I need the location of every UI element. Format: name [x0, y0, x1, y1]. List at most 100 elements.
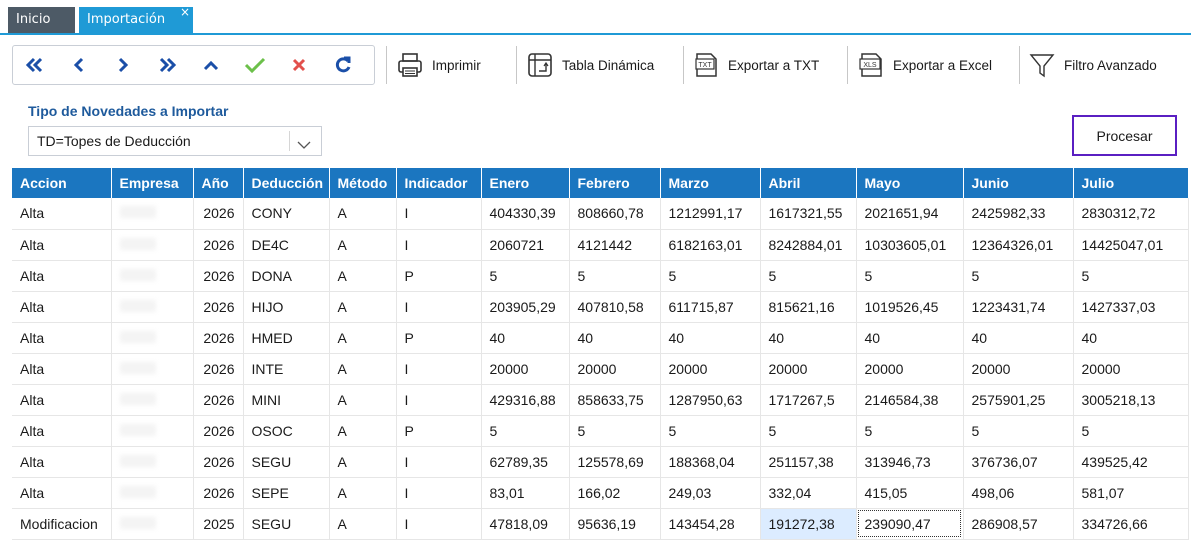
- table-cell[interactable]: I: [396, 353, 482, 385]
- table-cell[interactable]: 2830312,72: [1073, 198, 1189, 230]
- refresh-button[interactable]: [321, 46, 365, 84]
- table-cell[interactable]: A: [329, 477, 397, 509]
- table-cell[interactable]: 415,05: [856, 477, 964, 509]
- table-cell[interactable]: 20000: [760, 353, 857, 385]
- table-cell[interactable]: Alta: [12, 477, 112, 509]
- table-cell[interactable]: 2021651,94: [856, 198, 964, 230]
- table-cell[interactable]: I: [396, 508, 482, 540]
- column-header[interactable]: Indicador: [396, 168, 482, 198]
- column-header[interactable]: Mayo: [856, 168, 964, 198]
- table-cell[interactable]: 83,01: [481, 477, 570, 509]
- next-button[interactable]: [101, 46, 145, 84]
- chevron-down-icon[interactable]: [297, 135, 311, 154]
- table-cell[interactable]: 125578,69: [569, 446, 661, 478]
- column-header[interactable]: Marzo: [660, 168, 761, 198]
- table-cell[interactable]: [111, 353, 194, 385]
- table-cell[interactable]: 2026: [193, 291, 244, 323]
- table-cell[interactable]: 2026: [193, 229, 244, 261]
- table-cell[interactable]: 20000: [963, 353, 1074, 385]
- table-cell[interactable]: [111, 198, 194, 230]
- advanced-filter-button[interactable]: Filtro Avanzado: [1028, 45, 1157, 85]
- pivot-table-button[interactable]: Tabla Dinámica: [526, 45, 654, 85]
- table-cell[interactable]: 3005218,13: [1073, 384, 1189, 416]
- table-cell[interactable]: 429316,88: [481, 384, 570, 416]
- table-cell[interactable]: [111, 291, 194, 323]
- table-cell[interactable]: HIJO: [243, 291, 330, 323]
- table-cell[interactable]: 203905,29: [481, 291, 570, 323]
- table-cell[interactable]: 1019526,45: [856, 291, 964, 323]
- table-cell[interactable]: 5: [660, 260, 761, 292]
- column-header[interactable]: Deducción: [243, 168, 330, 198]
- table-cell[interactable]: 6182163,01: [660, 229, 761, 261]
- table-cell[interactable]: A: [329, 446, 397, 478]
- table-cell[interactable]: 20000: [481, 353, 570, 385]
- table-cell[interactable]: I: [396, 446, 482, 478]
- table-cell[interactable]: 5: [963, 415, 1074, 447]
- table-cell[interactable]: OSOC: [243, 415, 330, 447]
- table-cell[interactable]: 439525,42: [1073, 446, 1189, 478]
- table-cell[interactable]: 251157,38: [760, 446, 857, 478]
- table-cell[interactable]: 2060721: [481, 229, 570, 261]
- table-cell[interactable]: 5: [1073, 415, 1189, 447]
- table-row[interactable]: Alta 2026 OSOC A P 5 5 5 5 5 5 5: [12, 415, 1189, 447]
- tab-inicio[interactable]: Inicio: [8, 7, 75, 33]
- collapse-button[interactable]: [189, 46, 233, 84]
- table-cell[interactable]: 5: [660, 415, 761, 447]
- table-cell[interactable]: A: [329, 384, 397, 416]
- table-cell[interactable]: 40: [963, 322, 1074, 354]
- table-cell[interactable]: SEGU: [243, 446, 330, 478]
- table-cell[interactable]: A: [329, 353, 397, 385]
- table-cell[interactable]: 407810,58: [569, 291, 661, 323]
- table-cell[interactable]: [111, 384, 194, 416]
- close-icon[interactable]: ×: [180, 0, 190, 25]
- table-row[interactable]: Alta 2026 HIJO A I 203905,29 407810,58 611715,8…: [12, 291, 1189, 323]
- table-cell[interactable]: 2026: [193, 260, 244, 292]
- print-button[interactable]: Imprimir: [396, 45, 481, 85]
- table-cell[interactable]: 20000: [1073, 353, 1189, 385]
- table-cell[interactable]: 1717267,5: [760, 384, 857, 416]
- table-cell[interactable]: 286908,57: [963, 508, 1074, 540]
- table-cell[interactable]: 2026: [193, 384, 244, 416]
- table-cell[interactable]: 14425047,01: [1073, 229, 1189, 261]
- table-cell[interactable]: 5: [760, 415, 857, 447]
- first-page-button[interactable]: [13, 46, 57, 84]
- table-cell[interactable]: 95636,19: [569, 508, 661, 540]
- table-cell[interactable]: [111, 229, 194, 261]
- table-cell[interactable]: 20000: [569, 353, 661, 385]
- table-cell[interactable]: 1223431,74: [963, 291, 1074, 323]
- export-txt-button[interactable]: TXT Exportar a TXT: [692, 45, 819, 85]
- table-cell[interactable]: 2425982,33: [963, 198, 1074, 230]
- table-cell[interactable]: HMED: [243, 322, 330, 354]
- table-cell[interactable]: 166,02: [569, 477, 661, 509]
- table-cell[interactable]: 2025: [193, 508, 244, 540]
- table-cell[interactable]: 62789,35: [481, 446, 570, 478]
- table-cell[interactable]: A: [329, 291, 397, 323]
- table-cell[interactable]: 40: [660, 322, 761, 354]
- table-row[interactable]: Alta 2026 HMED A P 40 40 40 40 40 40 40: [12, 322, 1189, 354]
- table-cell[interactable]: 815621,16: [760, 291, 857, 323]
- table-cell[interactable]: 239090,47: [856, 508, 964, 540]
- column-header[interactable]: Método: [329, 168, 397, 198]
- table-cell[interactable]: 40: [481, 322, 570, 354]
- table-cell[interactable]: A: [329, 508, 397, 540]
- table-cell[interactable]: 1427337,03: [1073, 291, 1189, 323]
- table-cell[interactable]: A: [329, 198, 397, 230]
- table-cell[interactable]: 12364326,01: [963, 229, 1074, 261]
- table-cell[interactable]: 40: [569, 322, 661, 354]
- table-cell[interactable]: 2575901,25: [963, 384, 1074, 416]
- table-cell[interactable]: 1617321,55: [760, 198, 857, 230]
- table-row[interactable]: Alta 2026 DONA A P 5 5 5 5 5 5 5: [12, 260, 1189, 292]
- table-cell[interactable]: 20000: [660, 353, 761, 385]
- table-cell[interactable]: 334726,66: [1073, 508, 1189, 540]
- table-cell[interactable]: A: [329, 229, 397, 261]
- table-cell[interactable]: 249,03: [660, 477, 761, 509]
- table-cell[interactable]: Alta: [12, 229, 112, 261]
- table-cell[interactable]: 332,04: [760, 477, 857, 509]
- table-cell[interactable]: 4121442: [569, 229, 661, 261]
- tab-importacion[interactable]: Importación ×: [79, 5, 193, 33]
- table-row[interactable]: Alta 2026 CONY A I 404330,39 808660,78 1212991,…: [12, 198, 1189, 230]
- table-cell[interactable]: 2026: [193, 477, 244, 509]
- table-cell[interactable]: 2146584,38: [856, 384, 964, 416]
- table-cell[interactable]: Alta: [12, 415, 112, 447]
- table-cell[interactable]: 5: [963, 260, 1074, 292]
